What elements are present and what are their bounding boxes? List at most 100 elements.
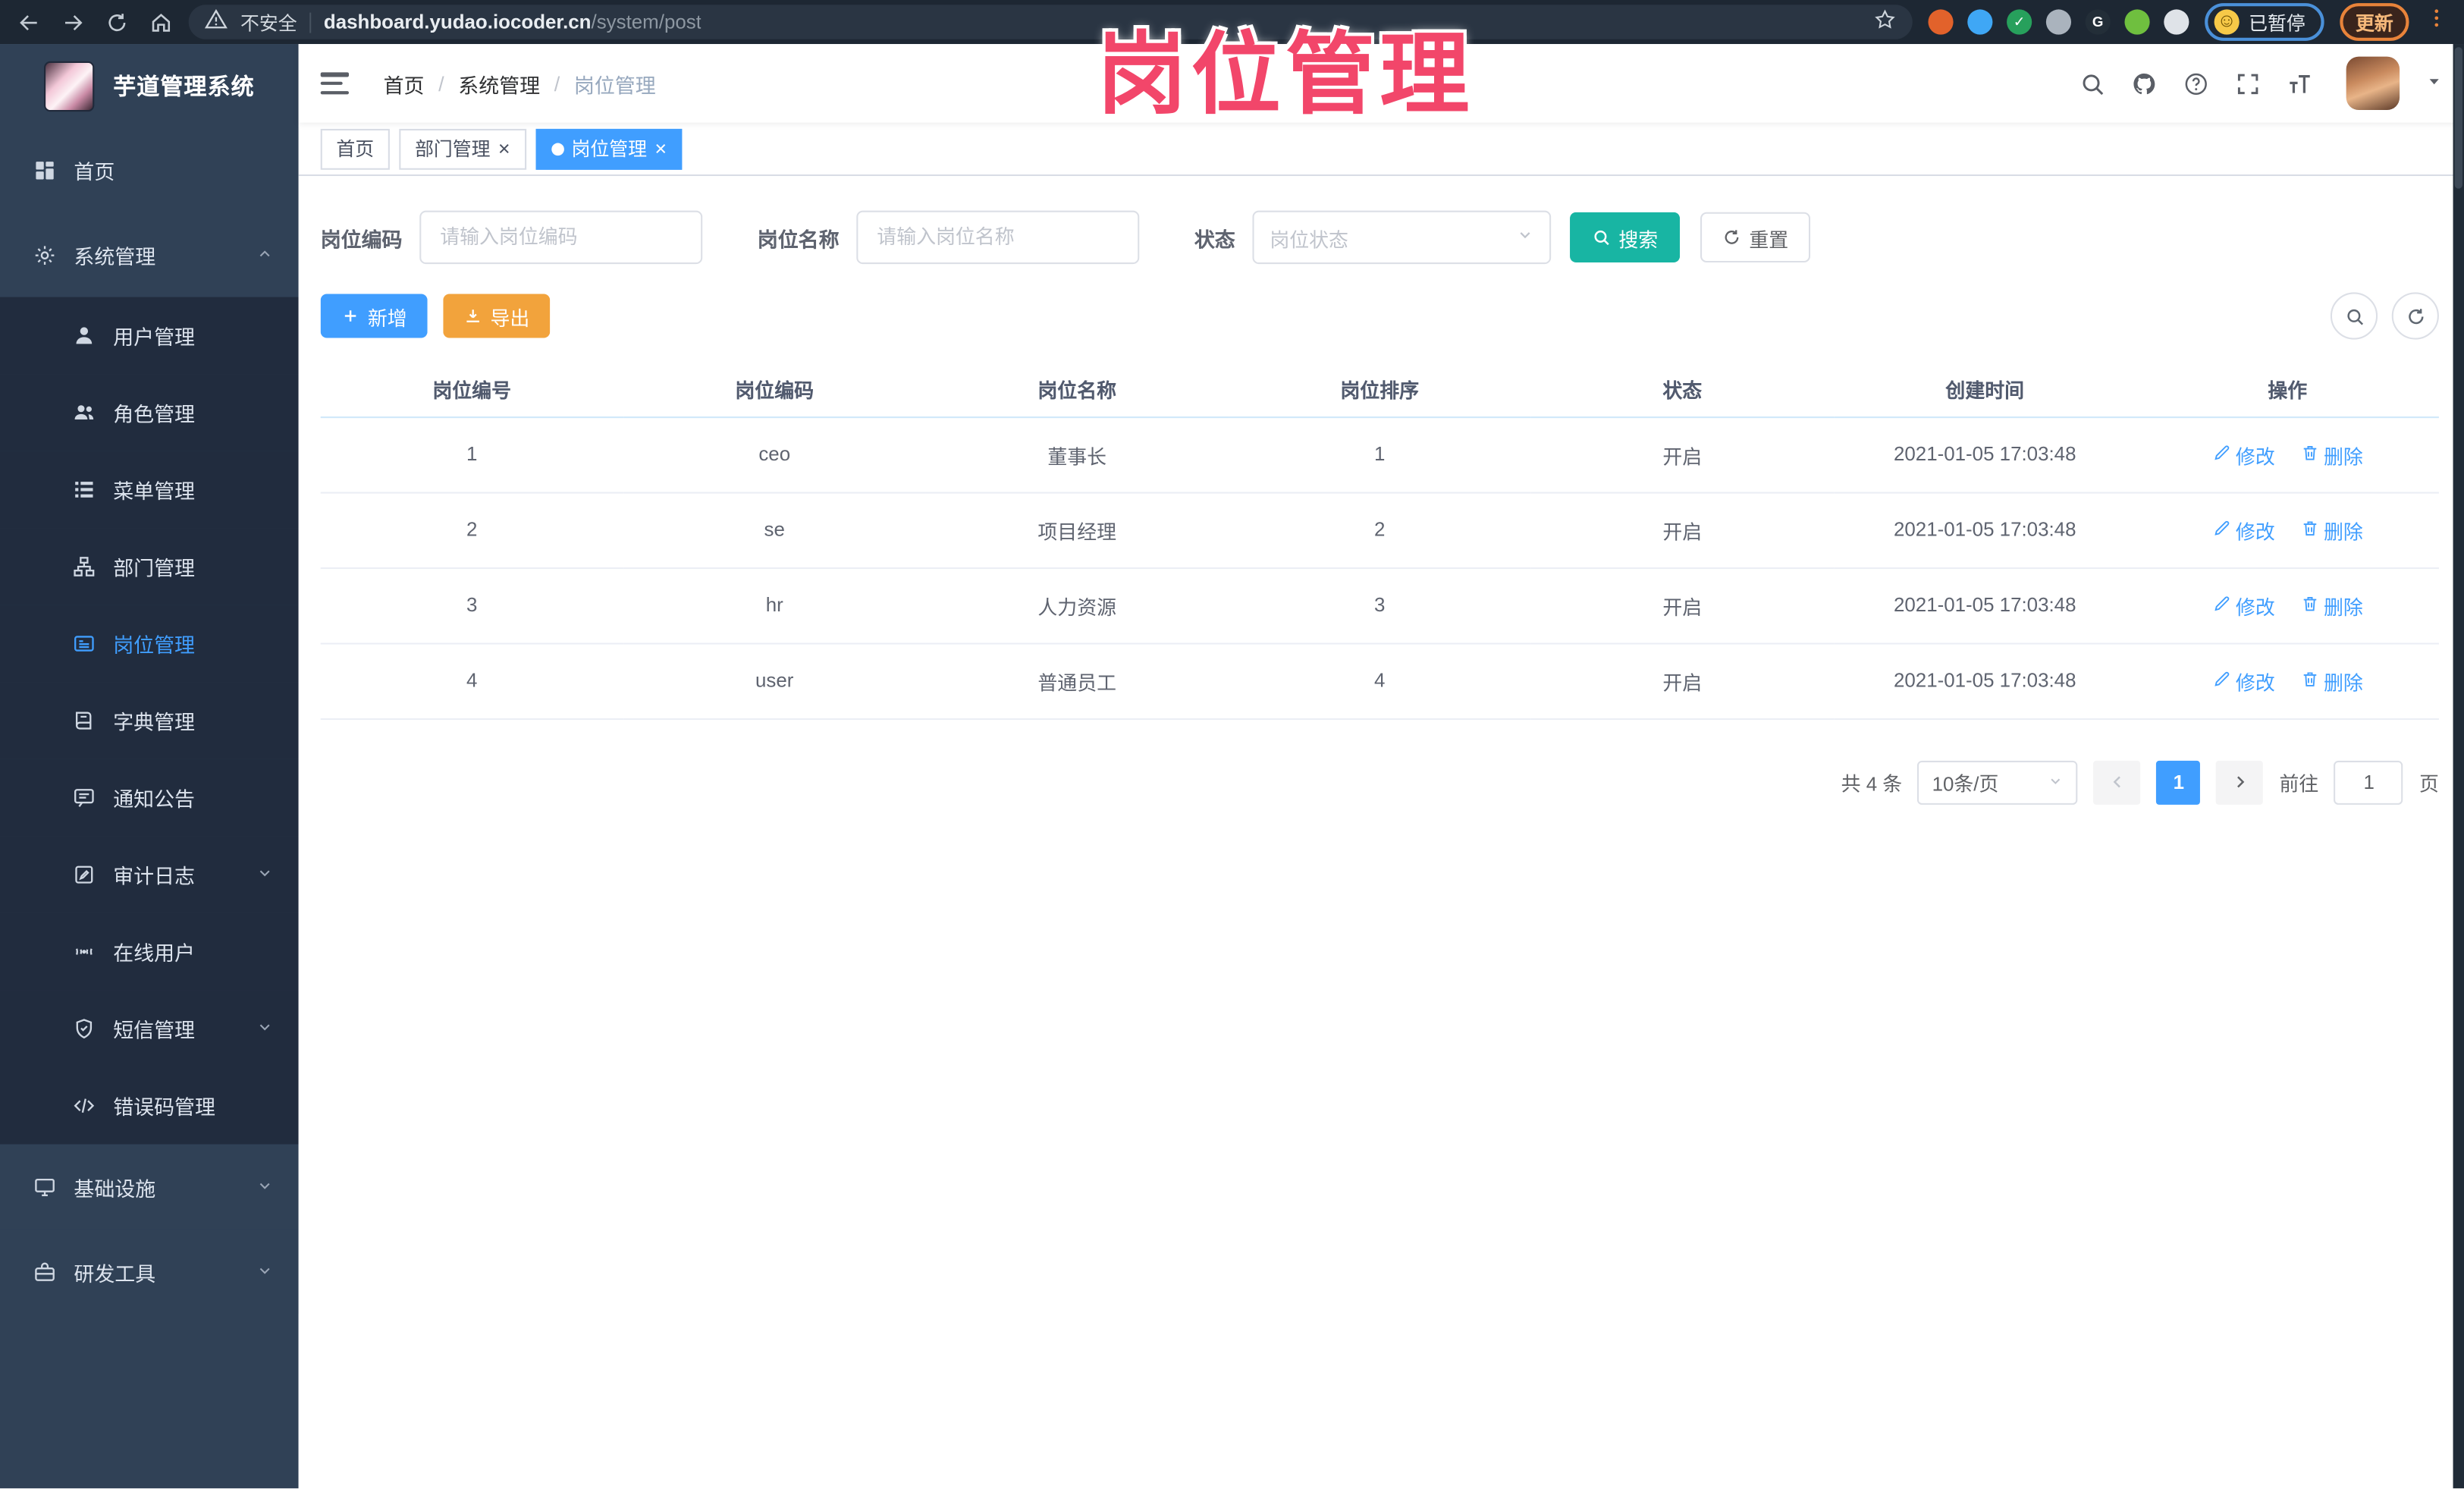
tab-post-management[interactable]: 岗位管理 ×	[535, 127, 683, 169]
sidebar-item-label: 在线用户	[113, 941, 195, 966]
delete-link[interactable]: 删除	[2300, 439, 2363, 469]
sidebar-item-online-users[interactable]: 在线用户	[0, 913, 299, 991]
grid-extension-icon[interactable]	[2045, 9, 2071, 35]
breadcrumb-separator: /	[554, 71, 560, 96]
fullscreen-icon[interactable]	[2233, 69, 2261, 97]
sidebar-item-audit-log[interactable]: 审计日志	[0, 836, 299, 913]
breadcrumb-system[interactable]: 系统管理	[458, 68, 540, 98]
url-host: dashboard.yudao.iocoder.cn	[323, 11, 592, 33]
cell-code: se	[623, 492, 926, 569]
status-select[interactable]: 岗位状态	[1252, 210, 1552, 265]
page-size-select[interactable]: 10条/页	[1917, 759, 2079, 804]
sidebar-item-dept-management[interactable]: 部门管理	[0, 528, 299, 605]
browser-home-icon[interactable]	[148, 9, 173, 34]
browser-reload-icon[interactable]	[104, 9, 129, 34]
sidebar: 芋道管理系统 首页 系统管理用户管理角色管理菜单管理 部门管理 岗位管理字典管理通知公…	[0, 44, 299, 1489]
hamburger-icon[interactable]	[320, 72, 350, 95]
sidebar-item-label: 短信管理	[113, 1018, 195, 1042]
check-extension-icon[interactable]: ✓	[2007, 9, 2032, 35]
close-icon[interactable]: ×	[498, 138, 510, 159]
cell-created: 2021-01-05 17:03:48	[1833, 492, 2136, 569]
edit-link[interactable]: 修改	[2212, 590, 2275, 620]
prev-page-button[interactable]	[2094, 759, 2142, 804]
user-avatar[interactable]	[2346, 56, 2400, 111]
delete-link[interactable]: 删除	[2300, 666, 2363, 696]
users-icon	[72, 401, 96, 424]
profile-paused-chip[interactable]: ☺ 已暂停	[2205, 3, 2324, 41]
cell-sort: 3	[1228, 567, 1531, 644]
column-header: 操作	[2136, 361, 2439, 418]
table-row: 1 ceo 董事长 1 开启 2021-01-05 17:03:48 修改 删除	[320, 416, 2439, 493]
browser-back-icon[interactable]	[16, 9, 41, 34]
export-button[interactable]: 导出	[443, 294, 551, 338]
cell-actions: 修改 删除	[2136, 416, 2439, 493]
delete-link[interactable]: 删除	[2300, 590, 2363, 620]
search-button[interactable]: 搜索	[1570, 212, 1681, 263]
terminal-extension-icon[interactable]: G	[2085, 9, 2111, 35]
sprout-extension-icon[interactable]	[2124, 9, 2150, 35]
chevron-right-icon	[2236, 776, 2245, 788]
toggle-search-button[interactable]	[2330, 292, 2378, 340]
sidebar-item-infrastructure[interactable]: 基础设施	[0, 1144, 299, 1230]
sidebar-item-user-management[interactable]: 用户管理	[0, 297, 299, 375]
pin-extension-icon[interactable]	[1967, 9, 1993, 35]
close-icon[interactable]: ×	[654, 138, 667, 159]
sidebar-item-menu-management[interactable]: 菜单管理	[0, 451, 299, 529]
browser-update-button[interactable]: 更新	[2340, 3, 2409, 41]
cell-created: 2021-01-05 17:03:48	[1833, 567, 2136, 644]
tab-home[interactable]: 首页	[320, 127, 390, 169]
page-content: 岗位编码 岗位名称 状态 岗位状态 搜索	[298, 176, 2464, 1489]
cell-sort: 4	[1228, 642, 1531, 719]
address-bar[interactable]: 不安全 dashboard.yudao.iocoder.cn/system/po…	[188, 5, 1913, 39]
sidebar-item-post-management[interactable]: 岗位管理	[0, 605, 299, 683]
chevron-down-icon	[1517, 223, 1534, 251]
help-icon[interactable]	[2181, 69, 2209, 97]
filter-form: 岗位编码 岗位名称 状态 岗位状态 搜索	[321, 210, 2439, 265]
bookmark-star-icon[interactable]	[1873, 8, 1897, 36]
scrollbar-thumb[interactable]	[2454, 47, 2462, 189]
edit-link[interactable]: 修改	[2212, 439, 2275, 469]
sidebar-item-label: 角色管理	[113, 402, 195, 426]
edit-link-label: 修改	[2235, 445, 2275, 468]
sidebar-item-dict-management[interactable]: 字典管理	[0, 682, 299, 759]
sidebar-item-label: 用户管理	[113, 325, 195, 350]
sidebar-menu: 首页 系统管理用户管理角色管理菜单管理 部门管理 岗位管理字典管理通知公告 审计日志在线…	[0, 127, 299, 1315]
edit-icon	[2212, 442, 2231, 466]
sidebar-item-notice-management[interactable]: 通知公告	[0, 759, 299, 837]
edit-link[interactable]: 修改	[2212, 666, 2275, 696]
notice-icon	[72, 786, 96, 809]
puzzle-extension-icon[interactable]	[2164, 9, 2189, 35]
github-icon[interactable]	[2130, 69, 2158, 97]
sidebar-item-sms-management[interactable]: 短信管理	[0, 990, 299, 1067]
sidebar-item-role-management[interactable]: 角色管理	[0, 374, 299, 451]
goto-page-input[interactable]	[2334, 759, 2404, 804]
security-label: 不安全	[240, 11, 297, 34]
browser-forward-icon[interactable]	[60, 9, 85, 34]
post-code-input[interactable]	[419, 210, 703, 265]
donut-extension-icon[interactable]	[1928, 9, 1954, 35]
chevron-down-icon[interactable]	[2426, 69, 2442, 97]
search-icon[interactable]	[2077, 69, 2105, 97]
next-page-button[interactable]	[2216, 759, 2264, 804]
post-name-input[interactable]	[856, 210, 1140, 265]
sidebar-logo[interactable]: 芋道管理系统	[0, 44, 299, 127]
breadcrumb-home[interactable]: 首页	[384, 68, 425, 98]
sidebar-item-dev-tools[interactable]: 研发工具	[0, 1229, 299, 1315]
breadcrumb-separator: /	[438, 71, 444, 96]
cell-name: 普通员工	[925, 642, 1229, 719]
sidebar-item-error-code-management[interactable]: 错误码管理	[0, 1066, 299, 1145]
delete-link[interactable]: 删除	[2300, 515, 2363, 545]
reset-button[interactable]: 重置	[1700, 212, 1811, 263]
tab-dept-management[interactable]: 部门管理 ×	[399, 127, 526, 169]
add-button[interactable]: 新增	[320, 294, 428, 338]
sidebar-item-system-management[interactable]: 系统管理	[0, 212, 299, 297]
browser-menu-kebab-icon[interactable]	[2425, 6, 2448, 37]
org-tree-icon	[72, 554, 96, 578]
refresh-button[interactable]	[2391, 292, 2439, 340]
edit-link[interactable]: 修改	[2212, 515, 2275, 545]
scrollbar[interactable]	[2453, 44, 2464, 1489]
font-size-icon[interactable]	[2285, 69, 2313, 97]
sidebar-item-label: 字典管理	[113, 710, 195, 734]
page-number-1[interactable]: 1	[2156, 759, 2201, 804]
sidebar-item-home[interactable]: 首页	[0, 127, 299, 212]
